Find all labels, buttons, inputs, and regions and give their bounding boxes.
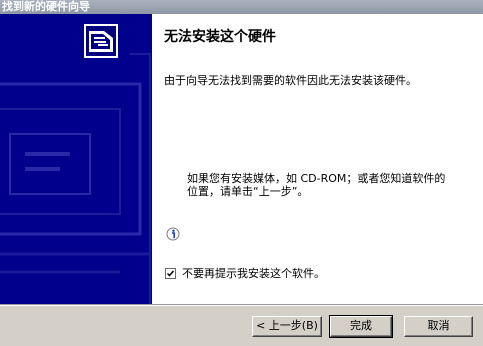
wizard-footer: < 上一步(B) 完成 取消 [0, 306, 483, 346]
dont-prompt-checkbox[interactable] [165, 267, 176, 279]
info-icon [166, 227, 180, 241]
hardware-box-icon [0, 14, 152, 304]
cancel-button[interactable]: 取消 [404, 316, 473, 337]
wizard-sidebar-banner [0, 14, 152, 304]
checkmark-icon [166, 270, 175, 277]
window-title: 找到新的硬件向导 [0, 0, 483, 14]
page-title: 无法安装这个硬件 [164, 29, 276, 45]
finish-button[interactable]: 完成 [329, 315, 393, 338]
dont-prompt-checkbox-row[interactable]: 不要再提示我安装这个软件。 [165, 266, 325, 280]
dont-prompt-label: 不要再提示我安装这个软件。 [182, 267, 325, 280]
hint-line-1: 如果您有安装媒体，如 CD-ROM；或者您知道软件的 [187, 172, 446, 185]
hint-line-2: 位置，请单击“上一步”。 [187, 185, 309, 198]
wizard-content: 无法安装这个硬件 由于向导无法找到需要的软件因此无法安装该硬件。 如果您有安装媒… [152, 14, 483, 304]
back-button[interactable]: < 上一步(B) [252, 316, 322, 337]
error-description: 由于向导无法找到需要的软件因此无法安装该硬件。 [164, 74, 417, 87]
hint-text: 如果您有安装媒体，如 CD-ROM；或者您知道软件的 位置，请单击“上一步”。 [187, 172, 477, 198]
